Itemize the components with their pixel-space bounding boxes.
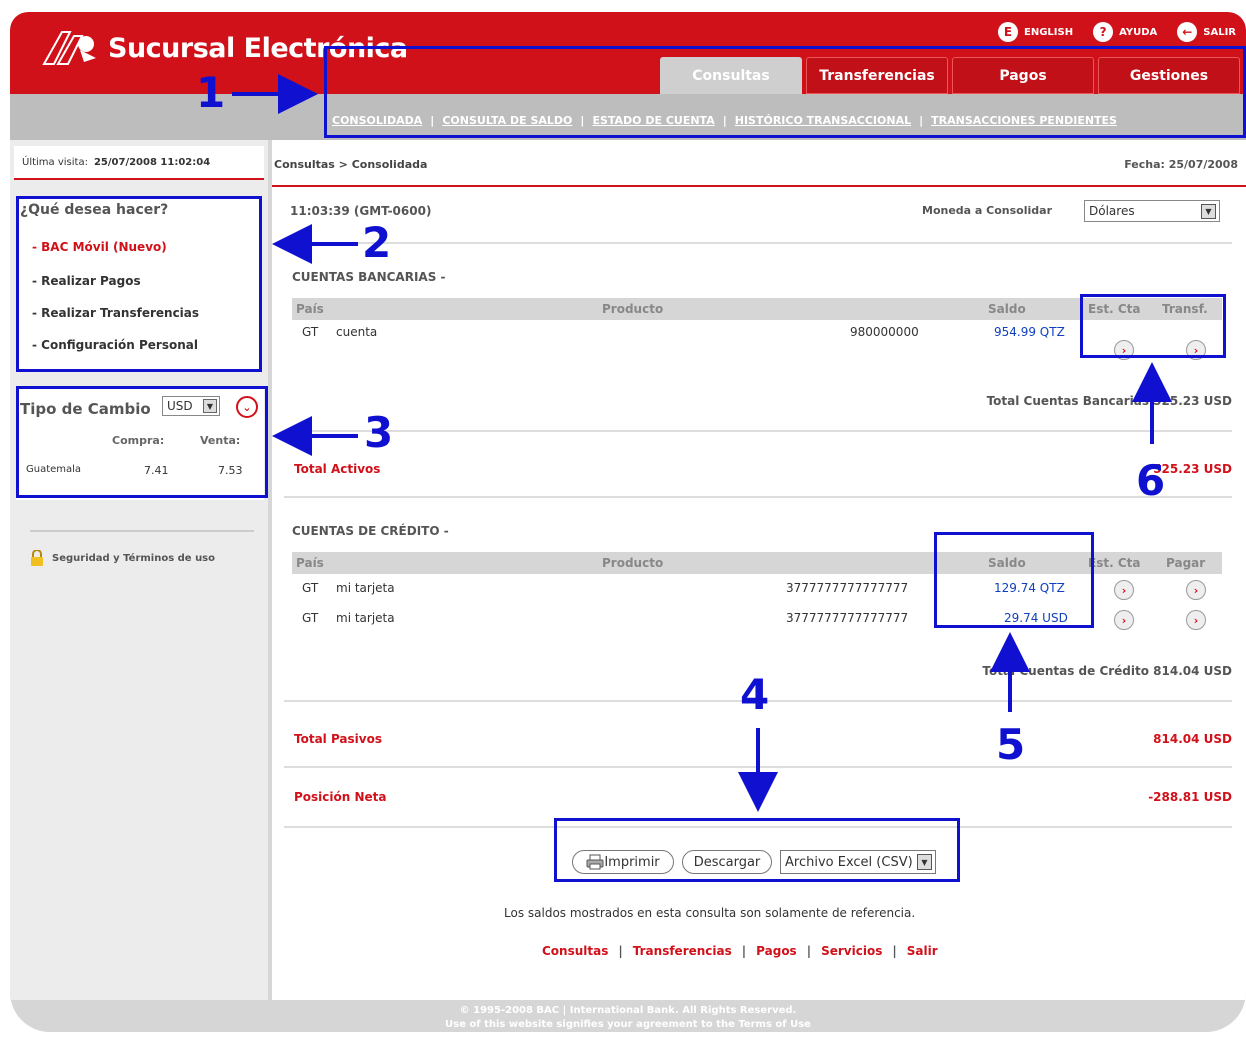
annotation-number-2: 2 (362, 218, 392, 267)
annotation-number-4: 4 (740, 670, 770, 719)
annotation-number-6: 6 (1136, 456, 1166, 505)
annotation-arrows (232, 74, 1172, 812)
annotation-number-1: 1 (196, 68, 226, 117)
annotation-number-3: 3 (364, 408, 394, 457)
annotation-number-5: 5 (996, 720, 1026, 769)
